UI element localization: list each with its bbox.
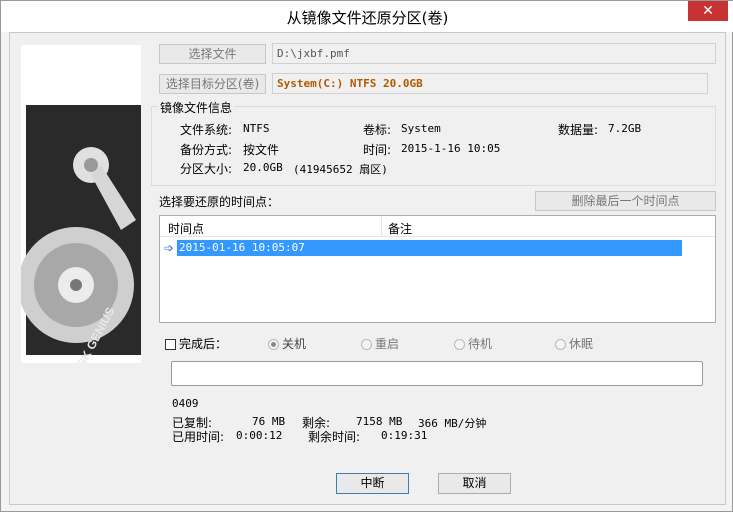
left-time-label: 剩余时间:: [308, 430, 361, 444]
progress-code: 0409: [172, 397, 199, 410]
title-bar: 从镜像文件还原分区(卷) ✕: [1, 1, 733, 32]
after-completion-checkbox[interactable]: 完成后：: [165, 335, 227, 352]
radio-hibernate-label: 休眠: [569, 337, 594, 351]
speed-value: 366 MB/分钟: [418, 417, 487, 430]
file-path-field[interactable]: D:\jxbf.pmf: [272, 43, 716, 64]
radio-dot[interactable]: [555, 339, 566, 350]
partition-size-value: 20.0GB: [243, 161, 283, 174]
radio-restart[interactable]: 重启: [361, 335, 399, 352]
radio-dot[interactable]: [268, 339, 279, 350]
radio-dot[interactable]: [361, 339, 372, 350]
radio-standby-label: 待机: [468, 337, 493, 351]
radio-shutdown-label: 关机: [282, 337, 307, 351]
disk-genius-side-image: DISK GENIUS: [21, 45, 141, 363]
radio-standby[interactable]: 待机: [454, 335, 492, 352]
radio-restart-label: 重启: [375, 337, 400, 351]
after-completion-label: 完成后：: [179, 337, 228, 351]
radio-dot[interactable]: [454, 339, 465, 350]
backup-mode-label: 备份方式:: [180, 143, 233, 157]
radio-hibernate[interactable]: 休眠: [555, 335, 593, 352]
data-size-value: 7.2GB: [608, 122, 642, 135]
radio-shutdown[interactable]: 关机: [268, 335, 306, 352]
checkbox-box[interactable]: [165, 339, 176, 350]
filesystem-value: NTFS: [243, 122, 270, 135]
timepoint-list-header: 时间点 备注: [160, 216, 715, 237]
volume-label: 卷标:: [363, 123, 392, 137]
hard-disk-icon: DISK GENIUS: [21, 45, 141, 363]
column-header-note[interactable]: 备注: [388, 220, 412, 237]
select-file-button[interactable]: 选择文件: [159, 44, 266, 64]
restore-dialog: 从镜像文件还原分区(卷) ✕ DISK GENIUS 选择文件 D:\jxbf.…: [0, 0, 733, 512]
close-button[interactable]: ✕: [688, 1, 728, 21]
column-divider: [381, 216, 382, 236]
data-size-label: 数据量:: [558, 123, 599, 137]
left-time-value: 0:19:31: [381, 429, 428, 442]
elapsed-label: 已用时间:: [172, 430, 225, 444]
cancel-button[interactable]: 取消: [438, 473, 511, 494]
remaining-value: 7158 MB: [356, 415, 403, 428]
current-arrow-icon: ➩: [164, 241, 175, 255]
filesystem-label: 文件系统:: [180, 123, 233, 137]
copied-value: 76 MB: [252, 415, 286, 428]
timepoint-time-cell: 2015-01-16 10:05:07: [179, 241, 305, 254]
timepoint-prompt: 选择要还原的时间点：: [159, 195, 280, 209]
time-label: 时间:: [363, 143, 392, 157]
abort-button[interactable]: 中断: [336, 473, 409, 494]
progress-bar: [171, 361, 703, 386]
elapsed-value: 0:00:12: [236, 429, 283, 442]
select-target-partition-button[interactable]: 选择目标分区(卷): [159, 74, 266, 94]
table-row[interactable]: ➩ 2015-01-16 10:05:07: [164, 240, 682, 256]
volume-value: System: [401, 122, 441, 135]
partition-sectors-value: (41945652 扇区): [293, 163, 388, 176]
delete-last-timepoint-button[interactable]: 删除最后一个时间点: [535, 191, 716, 211]
timepoint-list[interactable]: 时间点 备注 ➩ 2015-01-16 10:05:07: [159, 215, 716, 323]
target-partition-field[interactable]: System(C:) NTFS 20.0GB: [272, 73, 708, 94]
column-header-time[interactable]: 时间点: [168, 220, 204, 237]
dialog-content: DISK GENIUS 选择文件 D:\jxbf.pmf 选择目标分区(卷) S…: [9, 32, 726, 505]
window-title: 从镜像文件还原分区(卷): [286, 9, 449, 27]
partition-size-label: 分区大小:: [180, 162, 233, 176]
time-value: 2015-1-16 10:05: [401, 142, 501, 155]
image-info-group-title: 镜像文件信息: [158, 99, 235, 116]
backup-mode-value: 按文件: [243, 143, 280, 157]
